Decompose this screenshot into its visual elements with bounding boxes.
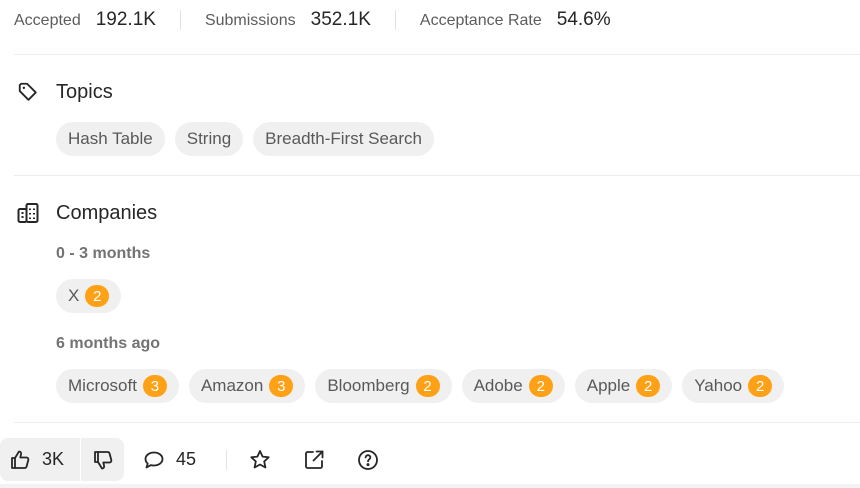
period-label: 0 - 3 months	[56, 245, 151, 262]
tag-icon	[16, 80, 40, 104]
comment-count: 45	[176, 449, 197, 469]
share-icon	[302, 448, 326, 472]
stat-acceptance-rate: Acceptance Rate 54.6%	[420, 9, 611, 31]
company-count-badge: 3	[269, 375, 294, 397]
companies-title: Companies	[56, 201, 158, 224]
topic-tag-hash-table[interactable]: Hash Table	[56, 122, 165, 156]
company-name: Adobe	[473, 376, 523, 395]
action-bar: 3K 45	[0, 438, 860, 481]
vote-group: 3K	[0, 438, 124, 481]
company-tag-bloomberg[interactable]: Bloomberg 2	[315, 369, 452, 403]
stat-label: Acceptance Rate	[419, 12, 542, 29]
company-tag-microsoft[interactable]: Microsoft 3	[56, 369, 179, 403]
company-name: Microsoft	[68, 376, 137, 395]
period-label: 6 months ago	[56, 335, 161, 352]
dislike-button[interactable]	[81, 438, 124, 481]
company-tag-x[interactable]: X 2	[56, 279, 122, 313]
stat-accepted: Accepted 192.1K	[14, 9, 156, 31]
company-tag-amazon[interactable]: Amazon 3	[188, 369, 306, 403]
company-name: X	[68, 286, 80, 305]
company-name: Bloomberg	[327, 376, 410, 395]
like-count: 3K	[42, 449, 65, 469]
stat-value: 352.1K	[310, 9, 371, 30]
topic-tag-breadth-first-search[interactable]: Breadth-First Search	[253, 122, 435, 156]
stat-submissions: Submissions 352.1K	[205, 9, 371, 31]
thumbs-up-icon	[8, 448, 32, 472]
star-icon	[248, 448, 272, 472]
company-name: Amazon	[200, 376, 264, 395]
company-group-recent: X 2	[56, 279, 131, 313]
problem-info-panel: Accepted 192.1K Submissions 352.1K Accep…	[0, 0, 860, 488]
company-count-badge: 2	[636, 375, 661, 397]
divider	[14, 175, 860, 176]
companies-header[interactable]: Companies	[16, 201, 157, 225]
bottom-border	[0, 484, 860, 488]
divider	[179, 10, 181, 30]
stat-label: Accepted	[14, 12, 81, 29]
company-count-badge: 3	[142, 375, 167, 397]
company-name: Apple	[586, 376, 631, 395]
comments-button[interactable]: 45	[142, 438, 196, 481]
thumbs-down-icon	[91, 448, 115, 472]
divider	[226, 450, 227, 470]
company-count-badge: 2	[85, 285, 110, 307]
company-tag-adobe[interactable]: Adobe 2	[461, 369, 565, 403]
topic-tag-string[interactable]: String	[174, 122, 244, 156]
divider	[14, 54, 860, 55]
topics-header[interactable]: Topics	[16, 80, 113, 104]
divider	[394, 10, 396, 30]
like-button[interactable]: 3K	[0, 438, 80, 481]
topics-title: Topics	[56, 80, 113, 103]
help-button[interactable]	[355, 438, 381, 481]
share-button[interactable]	[301, 438, 327, 481]
company-count-badge: 2	[748, 375, 773, 397]
stats-row: Accepted 192.1K Submissions 352.1K Accep…	[14, 8, 611, 32]
building-icon	[16, 201, 40, 225]
favorite-button[interactable]	[247, 438, 273, 481]
help-icon	[356, 448, 380, 472]
comment-icon	[142, 448, 166, 472]
stat-label: Submissions	[204, 12, 296, 29]
divider	[14, 422, 860, 423]
company-tag-apple[interactable]: Apple 2	[574, 369, 673, 403]
company-count-badge: 2	[528, 375, 553, 397]
company-group-older: Microsoft 3 Amazon 3 Bloomberg 2 Adobe 2…	[56, 369, 794, 403]
company-count-badge: 2	[415, 375, 440, 397]
topic-tags: Hash Table String Breadth-First Search	[56, 122, 444, 156]
company-name: Yahoo	[694, 376, 743, 395]
stat-value: 54.6%	[556, 9, 611, 30]
stat-value: 192.1K	[95, 9, 156, 30]
company-tag-yahoo[interactable]: Yahoo 2	[682, 369, 785, 403]
